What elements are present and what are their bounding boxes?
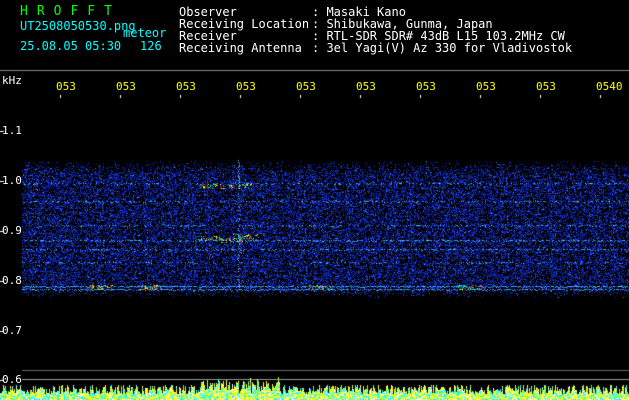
y-tick-label: 0.8 xyxy=(2,274,22,287)
x-tick-label: 053 xyxy=(356,80,376,93)
x-tick-label: 053 xyxy=(296,80,316,93)
datetime-label: 25.08.05 05:30 xyxy=(20,39,122,53)
x-tick-label: 053 xyxy=(236,80,256,93)
x-tick-label: 053 xyxy=(56,80,76,93)
y-tick-label: 0.9 xyxy=(2,224,22,237)
filename-label: UT2508050530.png xyxy=(20,19,136,33)
meteor-count: 126 xyxy=(140,39,162,53)
x-tick-label: 0540 xyxy=(596,80,623,93)
spectrogram-canvas xyxy=(0,0,629,400)
y-tick-label: 1.0 xyxy=(2,174,22,187)
app-brand: HROFFT xyxy=(20,4,121,19)
x-tick-label: 053 xyxy=(476,80,496,93)
x-tick-label: 053 xyxy=(116,80,136,93)
y-tick-label: 1.1 xyxy=(2,124,22,137)
x-tick-label: 053 xyxy=(536,80,556,93)
y-tick-label: 0.7 xyxy=(2,324,22,337)
x-tick-label: 053 xyxy=(176,80,196,93)
field-label-antenna: Receiving Antenna xyxy=(179,41,302,55)
field-value-antenna: : 3el Yagi(V) Az 330 for Vladivostok xyxy=(312,41,573,55)
meteor-label: meteor xyxy=(123,26,167,40)
x-tick-label: 053 xyxy=(416,80,436,93)
y-tick-label: 0.6 xyxy=(2,373,22,386)
y-axis-unit: kHz xyxy=(2,74,22,87)
